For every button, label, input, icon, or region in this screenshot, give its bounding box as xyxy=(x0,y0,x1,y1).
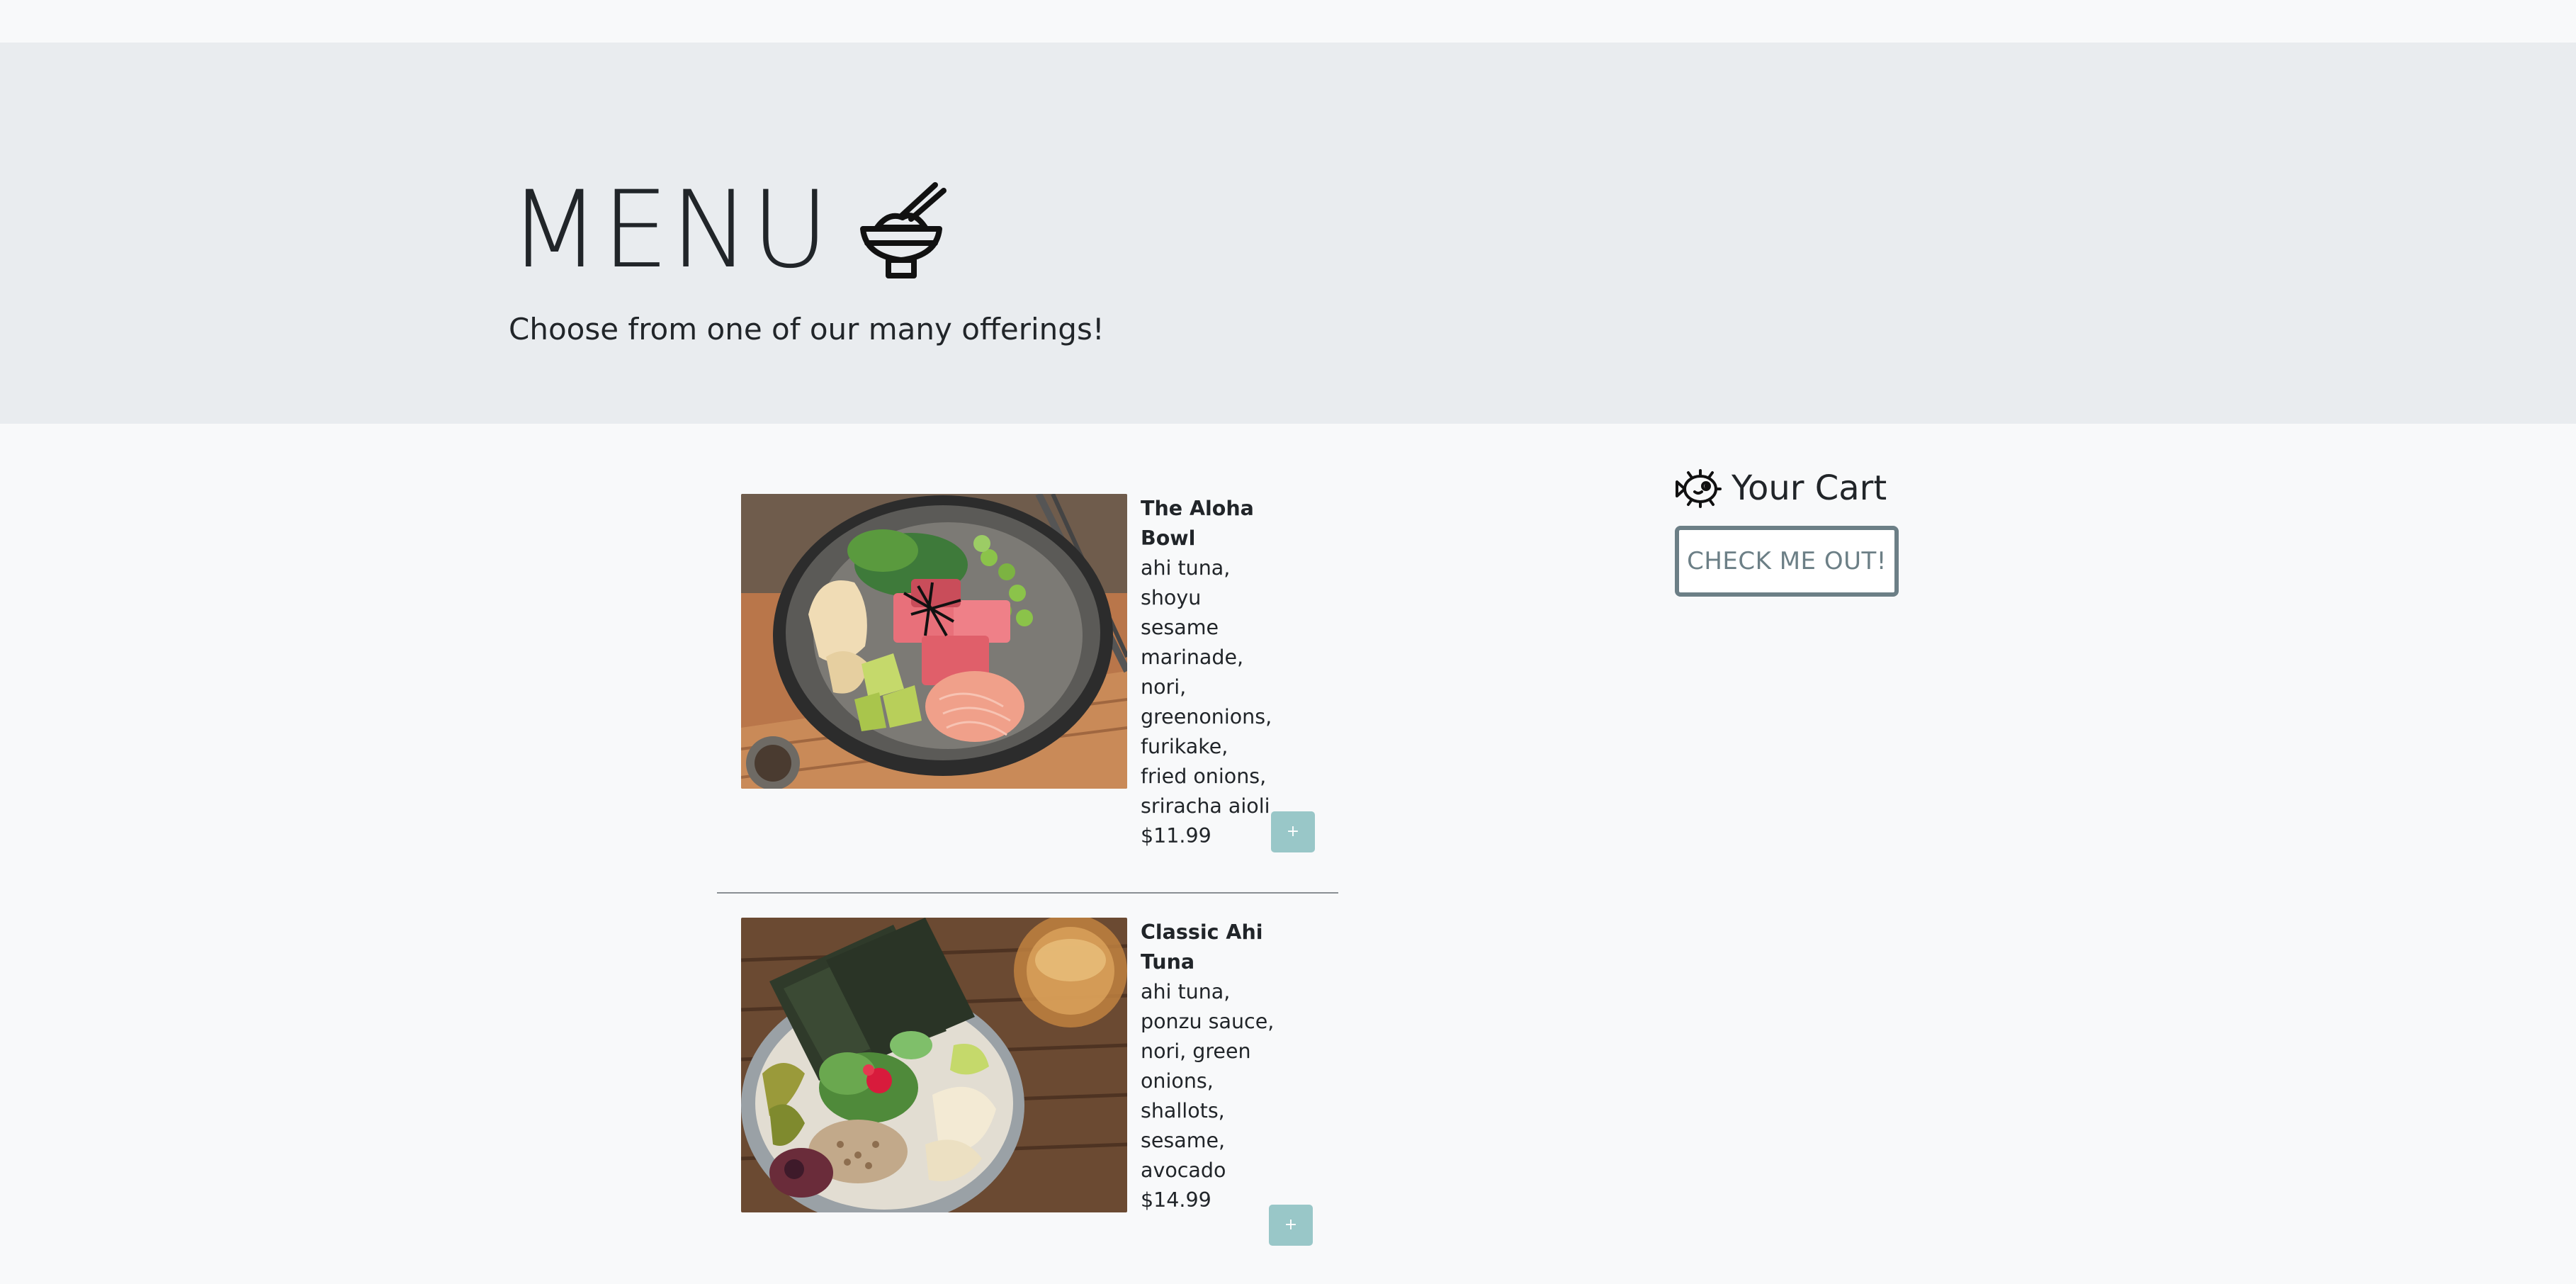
page-subtitle: Choose from one of our many offerings! xyxy=(509,312,1105,347)
cart-panel: Your Cart CHECK ME OUT! xyxy=(1675,468,1899,597)
page-title-text: MENU xyxy=(509,169,831,292)
add-to-cart-button[interactable]: + xyxy=(1269,1205,1313,1246)
menu-item-price: $14.99 xyxy=(1141,1188,1211,1212)
menu-item-info: The Aloha Bowl ahi tuna, shoyu sesame ma… xyxy=(1141,494,1275,851)
menu-item: Classic Ahi Tuna ahi tuna, ponzu sauce, … xyxy=(741,918,1357,1251)
rice-bowl-chopsticks-icon xyxy=(852,181,951,280)
page-title: MENU xyxy=(509,167,951,294)
add-to-cart-button[interactable]: + xyxy=(1271,811,1315,852)
checkout-button[interactable]: CHECK ME OUT! xyxy=(1675,526,1899,597)
poke-bowl-photo xyxy=(741,494,1127,789)
menu-item-info: Classic Ahi Tuna ahi tuna, ponzu sauce, … xyxy=(1141,918,1275,1215)
hero-banner: MENU Choose from one of our many offerin… xyxy=(0,43,2576,424)
menu-divider xyxy=(717,892,1338,894)
cart-title-text: Your Cart xyxy=(1732,468,1887,508)
menu-item-name: The Aloha Bowl xyxy=(1141,497,1254,550)
menu-item-name: Classic Ahi Tuna xyxy=(1141,920,1263,974)
pufferfish-icon xyxy=(1675,468,1722,509)
menu-item: The Aloha Bowl ahi tuna, shoyu sesame ma… xyxy=(741,494,1357,855)
poke-bowl-photo xyxy=(741,918,1127,1212)
menu-item-price: $11.99 xyxy=(1141,824,1211,847)
menu-item-description: ahi tuna, shoyu sesame marinade, nori, g… xyxy=(1141,556,1272,818)
menu-item-description: ahi tuna, ponzu sauce, nori, green onion… xyxy=(1141,980,1275,1182)
cart-title: Your Cart xyxy=(1675,468,1887,509)
